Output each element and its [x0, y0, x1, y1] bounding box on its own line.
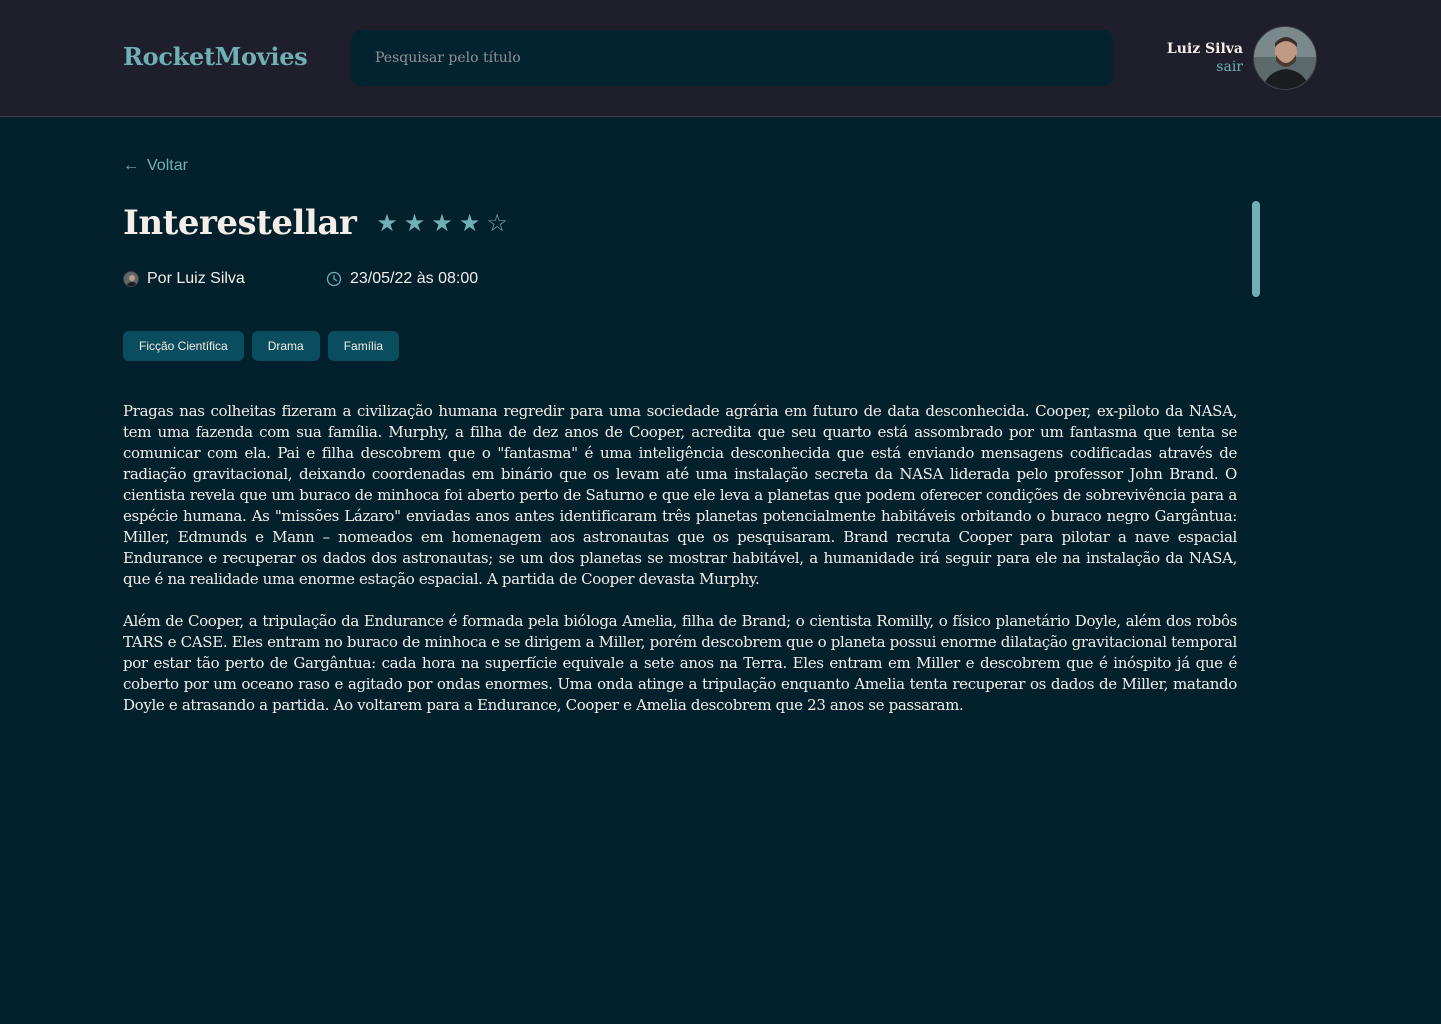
- author-photo-icon: [124, 272, 138, 286]
- back-label: Voltar: [147, 157, 188, 174]
- tag[interactable]: Família: [327, 331, 400, 361]
- tag[interactable]: Drama: [251, 331, 320, 361]
- author-avatar: [123, 271, 139, 287]
- clock-icon: [326, 271, 342, 287]
- author-info: Por Luiz Silva: [123, 270, 326, 288]
- search-input[interactable]: [375, 50, 1113, 66]
- star-filled-icon: ★: [431, 209, 453, 237]
- avatar-photo-icon: [1254, 27, 1316, 89]
- logout-link[interactable]: sair: [1167, 58, 1243, 76]
- scrollbar-thumb[interactable]: [1252, 201, 1260, 297]
- tag-list: Ficção Científica Drama Família: [123, 331, 400, 361]
- profile-name: Luiz Silva: [1166, 41, 1243, 57]
- description-paragraph: Pragas nas colheitas fizeram a civilizaç…: [123, 402, 1237, 588]
- avatar[interactable]: [1253, 26, 1317, 90]
- back-link[interactable]: ← Voltar: [123, 156, 188, 176]
- movie-description: Pragas nas colheitas fizeram a civilizaç…: [123, 401, 1237, 716]
- profile-info: Luiz Silva sair: [1167, 40, 1243, 76]
- app-header: RocketMovies Luiz Silva sair: [0, 0, 1441, 117]
- app-logo[interactable]: RocketMovies: [123, 42, 308, 71]
- star-filled-icon: ★: [403, 209, 426, 237]
- star-filled-icon: ★: [458, 209, 481, 237]
- author-name: Por Luiz Silva: [147, 270, 245, 287]
- page-title: Interestellar: [123, 203, 357, 243]
- title-row: Interestellar ★ ★ ★ ★ ☆: [123, 203, 508, 243]
- search-bar[interactable]: [351, 30, 1113, 86]
- post-date: 23/05/22 às 08:00: [350, 270, 479, 287]
- star-filled-icon: ★: [376, 209, 398, 237]
- arrow-left-icon: ←: [123, 157, 139, 174]
- movie-meta: Por Luiz Silva 23/05/22 às 08:00: [123, 270, 478, 288]
- description-paragraph: Além de Cooper, a tripulação da Enduranc…: [123, 612, 1237, 714]
- star-outline-icon: ☆: [486, 209, 508, 237]
- rating-stars: ★ ★ ★ ★ ☆: [376, 211, 508, 235]
- date-info: 23/05/22 às 08:00: [326, 270, 478, 288]
- tag[interactable]: Ficção Científica: [123, 331, 244, 361]
